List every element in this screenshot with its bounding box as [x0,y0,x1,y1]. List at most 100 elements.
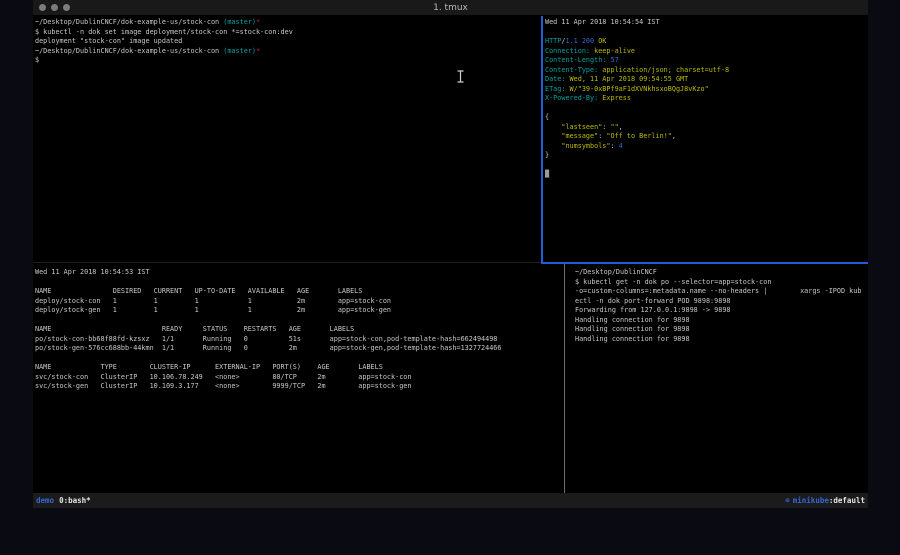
terminal-text-segment: Content-Length: [545,56,606,64]
pane-border-horizontal-right-active[interactable] [541,262,868,264]
terminal-text-segment: "lastseen" [561,123,602,131]
desktop-background: { "theme": { "bg_desktop": "#0a0a13", "b… [0,0,900,555]
terminal-text-segment [545,132,561,140]
terminal-text-segment [545,123,561,131]
terminal-line: Wed 11 Apr 2018 10:54:54 IST [545,18,867,28]
terminal-text-segment: ~/Desktop/DublinCNCF [575,268,657,276]
terminal-text-segment: $ kubectl -n dok set image deployment/st… [35,28,293,36]
terminal-line: deployment "stock-con" image updated [35,37,540,47]
terminal-line: } [545,151,867,161]
terminal-text-segment: deploy/stock-con 1 1 1 1 2m app=stock-co… [35,297,391,305]
terminal-text-segment: 57 [606,56,618,64]
status-bar-left: demo 0:bash* [36,493,91,508]
terminal-text-segment: svc/stock-con ClusterIP 10.106.78.249 <n… [35,373,411,381]
terminal-line: $ kubectl get -n dok po --selector=app=s… [575,278,868,288]
terminal-line: "numsymbols": 4 [545,142,867,152]
terminal-line: NAME TYPE CLUSTER-IP EXTERNAL-IP PORT(S)… [35,363,563,373]
terminal-text-segment: Forwarding from 127.0.0.1:9898 -> 9898 [575,306,731,314]
terminal-line [35,316,563,326]
terminal-text-segment: Express [598,94,631,102]
terminal-text-segment: Handling connection for 9898 [575,335,690,343]
terminal-line: Connection: keep-alive [545,47,867,57]
terminal-line [545,28,867,38]
terminal-text-segment: "numsymbols" [561,142,610,150]
terminal-text-segment: ETag: [545,85,565,93]
terminal-text-segment: deployment "stock-con" image updated [35,37,182,45]
pane-border-vertical-top-active[interactable] [541,16,543,264]
terminal-text-segment: Content-Type: [545,66,598,74]
terminal-line: Date: Wed, 11 Apr 2018 09:54:55 GMT [545,75,867,85]
terminal-line: "lastseen": "", [545,123,867,133]
terminal-text-segment: Wed, 11 Apr 2018 09:54:55 GMT [565,75,688,83]
terminal-line: ~/Desktop/DublinCNCF/dok-example-us/stoc… [35,18,540,28]
terminal-text-segment: * [256,18,260,26]
pane-bottom-left-kubectl-get[interactable]: Wed 11 Apr 2018 10:54:53 IST NAME DESIRE… [35,268,563,493]
terminal-line: { [545,113,867,123]
terminal-text-segment: , [619,123,623,131]
terminal-line: Handling connection for 9898 [575,325,868,335]
terminal-text-segment: * [256,47,260,55]
terminal-text-segment: Wed 11 Apr 2018 10:54:54 IST [545,18,660,26]
terminal-line: Wed 11 Apr 2018 10:54:53 IST [35,268,563,278]
terminal-text-segment: Connection: [545,47,590,55]
terminal-line: ~/Desktop/DublinCNCF [575,268,868,278]
terminal-text-segment: ~/Desktop/DublinCNCF/dok-example-us/stoc… [35,47,223,55]
terminal-text-segment: W/"39-0xBPf9aF1dXVNkhsxoBQgJ8vKzo" [565,85,708,93]
terminal-text-segment [545,142,561,150]
terminal-line: deploy/stock-con 1 1 1 1 2m app=stock-co… [35,297,563,307]
terminal-text-segment: HTTP [545,37,561,45]
terminal-text-segment: 1.1 200 [565,37,598,45]
pane-top-right-http-response[interactable]: Wed 11 Apr 2018 10:54:54 IST HTTP/1.1 20… [545,18,867,262]
terminal-window: 1. tmux ~/Desktop/DublinCNCF/dok-example… [33,0,868,508]
pane-top-left-shell[interactable]: ~/Desktop/DublinCNCF/dok-example-us/stoc… [35,18,540,262]
mouse-ibeam-cursor [456,70,465,83]
terminal-text-segment: NAME READY STATUS RESTARTS AGE LABELS [35,325,354,333]
status-bar-right: ☸minikube:default [785,493,865,508]
kube-context-name: :default [829,496,865,505]
terminal-cursor: █ [545,170,549,178]
terminal-line: po/stock-con-bb68f88fd-kzsxz 1/1 Running… [35,335,563,345]
terminal-text-segment: NAME DESIRED CURRENT UP-TO-DATE AVAILABL… [35,287,362,295]
terminal-text-segment: OK [598,37,606,45]
terminal-text-segment: "" [610,123,618,131]
terminal-text-segment: : [610,142,618,150]
terminal-text-segment: deploy/stock-gen 1 1 1 1 2m app=stock-ge… [35,306,391,314]
terminal-line: Content-Length: 57 [545,56,867,66]
tmux-terminal-area: ~/Desktop/DublinCNCF/dok-example-us/stoc… [33,16,868,493]
terminal-text-segment: (master) [223,18,256,26]
tmux-status-bar: demo 0:bash* ☸minikube:default [33,493,868,508]
terminal-line: svc/stock-con ClusterIP 10.106.78.249 <n… [35,373,563,383]
terminal-line [545,161,867,171]
terminal-text-segment: Date: [545,75,565,83]
pane-border-vertical-bottom[interactable] [564,264,565,493]
terminal-text-segment: po/stock-gen-576cc688bb-44kmn 1/1 Runnin… [35,344,502,352]
terminal-line: X-Powered-By: Express [545,94,867,104]
pane-bottom-right-port-forward[interactable]: ~/Desktop/DublinCNCF $ kubectl get -n dok… [575,268,868,493]
pane-border-horizontal-left[interactable] [33,262,541,263]
terminal-text-segment: Handling connection for 9898 [575,316,690,324]
window-titlebar[interactable]: 1. tmux [33,0,868,16]
kube-cluster-name: minikube [793,496,829,505]
terminal-text-segment: NAME TYPE CLUSTER-IP EXTERNAL-IP PORT(S)… [35,363,383,371]
terminal-line: █ [545,170,867,180]
terminal-text-segment: { [545,113,549,121]
terminal-text-segment: X-Powered-By: [545,94,598,102]
terminal-line: Content-Type: application/json; charset=… [545,66,867,76]
terminal-line: svc/stock-gen ClusterIP 10.109.3.177 <no… [35,382,563,392]
terminal-text-segment: $ kubectl get -n dok po --selector=app=s… [575,278,771,286]
terminal-text-segment: application/json; charset=utf-8 [598,66,729,74]
window-list-item[interactable]: 0:bash* [59,496,91,505]
terminal-line: ectl -n dok port-forward POD 9898:9898 [575,297,868,307]
window-title: 1. tmux [33,0,868,16]
terminal-text-segment: po/stock-con-bb68f88fd-kzsxz 1/1 Running… [35,335,497,343]
terminal-text-segment: svc/stock-gen ClusterIP 10.109.3.177 <no… [35,382,411,390]
terminal-line: ~/Desktop/DublinCNCF/dok-example-us/stoc… [35,47,540,57]
session-name: demo [36,496,54,505]
terminal-text-segment: (master) [223,47,256,55]
terminal-text-segment: 4 [619,142,623,150]
terminal-text-segment: $ [35,56,39,64]
terminal-line: ETag: W/"39-0xBPf9aF1dXVNkhsxoBQgJ8vKzo" [545,85,867,95]
terminal-line: NAME DESIRED CURRENT UP-TO-DATE AVAILABL… [35,287,563,297]
terminal-text-segment: "message" [561,132,598,140]
terminal-line: $ kubectl -n dok set image deployment/st… [35,28,540,38]
